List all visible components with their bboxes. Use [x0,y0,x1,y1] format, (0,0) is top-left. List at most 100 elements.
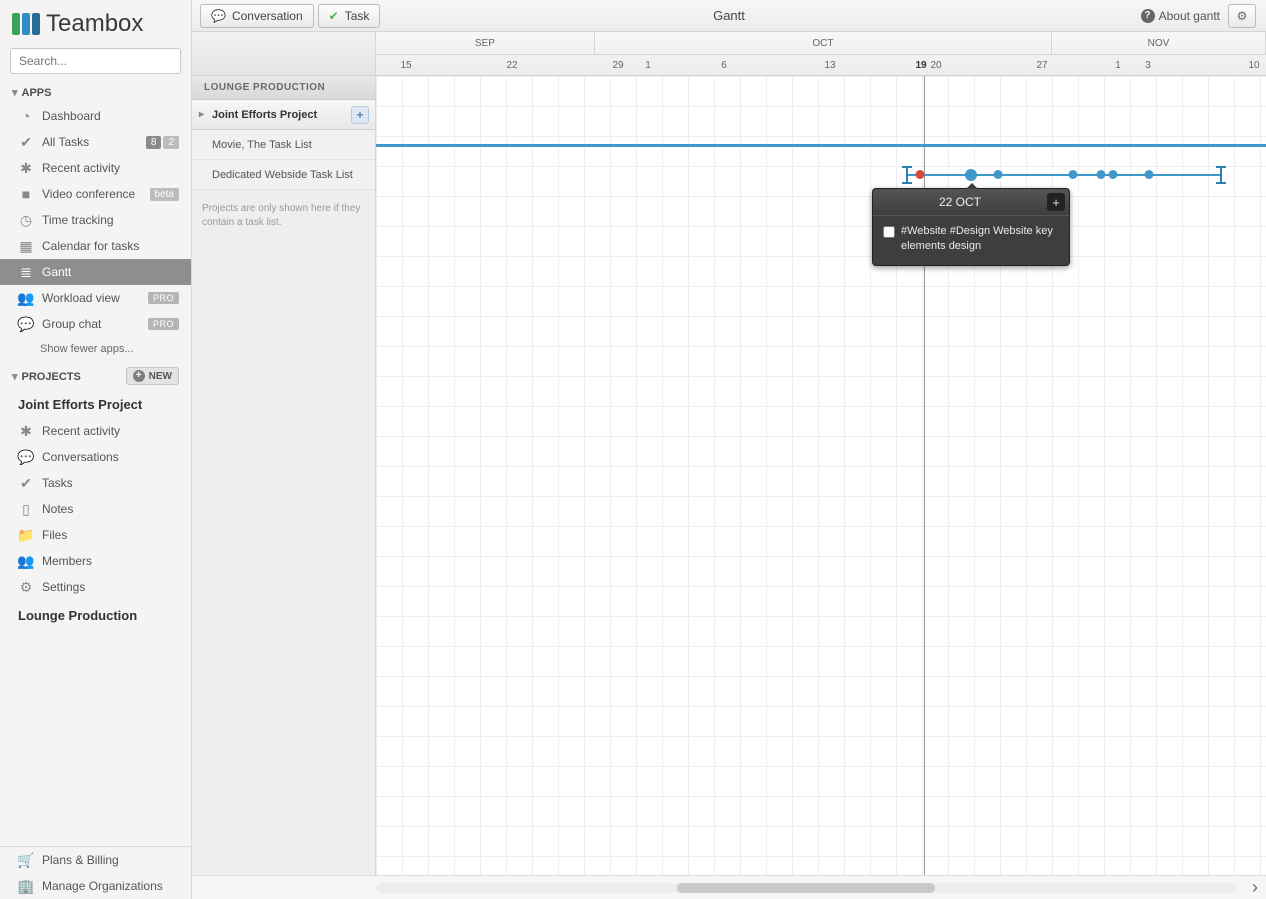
project-item[interactable]: ▯ Notes [0,496,191,522]
day-label: 20 [930,55,941,76]
milestone-dot[interactable] [1097,170,1106,179]
timeline-header[interactable]: SEPOCTNOV 1522291613192027131017 [376,32,1266,75]
gantt-row-movie[interactable] [376,130,1266,160]
tooltip-task-checkbox[interactable] [883,226,895,238]
gantt-side-header-row[interactable]: ▸Joint Efforts Project+ [192,100,375,130]
brand-name: Teambox [46,10,143,38]
new-project-button[interactable]: + NEW [126,367,179,385]
sidebar-item-recent[interactable]: ✱Recent activity [0,155,191,181]
sidebar-item-video[interactable]: ■Video conferencebeta [0,181,191,207]
sidebar-item-dashboard[interactable]: ◔ Dashboard [0,103,191,129]
day-label: 1 [1115,55,1121,76]
gantt-span-line[interactable] [906,174,1220,176]
day-label: 27 [1036,55,1047,76]
gauge-icon: ◔ [18,108,34,124]
sidebar-item-label: Gantt [42,265,71,279]
project-title[interactable]: Joint Efforts Project [0,389,191,418]
chat-icon: 💬 [18,316,34,332]
sidebar-item-label: Workload view [42,291,120,305]
project-item-label: Conversations [42,450,119,464]
gantt-bar[interactable] [376,144,1266,147]
gear-icon: ⚙ [18,579,34,595]
about-gantt-link[interactable]: ? About gantt [1141,9,1220,23]
milestone-dot[interactable] [965,169,977,181]
camera-icon: ■ [18,186,34,202]
sidebar-item-label: Video conference [42,187,135,201]
task-tooltip: 22 OCT + #Website #Design Website key el… [872,188,1070,266]
milestone-dot[interactable] [1069,170,1078,179]
search-input[interactable] [10,48,181,74]
gantt: SEPOCTNOV 1522291613192027131017 LOUNGE … [192,32,1266,899]
tooltip-date: 22 OCT [873,195,1047,209]
note-icon: ▯ [18,501,34,517]
month-label: OCT [595,32,1052,54]
gantt-group-header[interactable]: LOUNGE PRODUCTION [192,76,375,100]
project-item[interactable]: 👥 Members [0,548,191,574]
milestone-dot[interactable] [994,170,1003,179]
project-item[interactable]: ⚙ Settings [0,574,191,600]
main: 💬 Conversation ✔ Task Gantt ? About gant… [192,0,1266,899]
burst-icon: ✱ [18,160,34,176]
sidebar-item-gantt[interactable]: ≣ Gantt [0,259,191,285]
gantt-span-end[interactable] [1220,166,1222,184]
gantt-span-start[interactable] [906,166,908,184]
add-task-button[interactable]: + [351,106,369,124]
tag-badge: PRO [148,318,179,330]
bubble-icon: 💬 [211,9,226,23]
people-icon: 👥 [18,553,34,569]
project-item[interactable]: 💬Conversations [0,444,191,470]
footer-link[interactable]: 🛒Plans & Billing [0,847,191,873]
project-item-label: Notes [42,502,73,516]
sidebar-item-label: Calendar for tasks [42,239,139,253]
milestone-dot[interactable] [1145,170,1154,179]
burst-icon: ✱ [18,423,34,439]
sidebar-item-time[interactable]: ◷Time tracking [0,207,191,233]
project-item[interactable]: 📁Files [0,522,191,548]
tooltip-add-button[interactable]: + [1047,193,1065,211]
month-label: NOV [1052,32,1266,54]
project-item[interactable]: ✱Recent activity [0,418,191,444]
projects-block: Joint Efforts Project✱Recent activity💬Co… [0,389,191,629]
task-button[interactable]: ✔ Task [318,4,381,28]
gantt-scrollbar[interactable] [376,883,1236,893]
gantt-side: LOUNGE PRODUCTION ▸Joint Efforts Project… [192,76,376,875]
show-fewer-apps[interactable]: Show fewer apps... [0,337,191,361]
footer-link[interactable]: 🏢Manage Organizations [0,873,191,899]
milestone-overdue-dot[interactable] [916,170,925,179]
sidebar-item-label: Dashboard [42,109,101,123]
project-title[interactable]: Lounge Production [0,600,191,629]
section-apps-header[interactable]: ▾APPS [0,80,191,103]
sidebar-item-calendar[interactable]: ▦Calendar for tasks [0,233,191,259]
gantt-scroll-thumb[interactable] [677,883,935,893]
bars-icon: ≣ [18,264,34,280]
sidebar: Teambox ▾APPS ◔Dashboard✔All Tasks82✱Rec… [0,0,192,899]
gantt-side-help: Projects are only shown here if they con… [192,190,375,242]
project-item-label: Settings [42,580,85,594]
brand-logo: Teambox [0,0,191,42]
footer-links: 🛒Plans & Billing🏢Manage Organizations [0,846,191,899]
gantt-header: SEPOCTNOV 1522291613192027131017 [192,32,1266,76]
project-item[interactable]: ✔Tasks [0,470,191,496]
org-icon: 🏢 [18,878,34,894]
month-label: SEP [376,32,595,54]
gantt-side-row[interactable]: Movie, The Task List [192,130,375,160]
project-item-label: Members [42,554,92,568]
gantt-chart[interactable]: 22 OCT + #Website #Design Website key el… [376,76,1266,875]
brand-mark [12,13,40,35]
project-item-label: Files [42,528,67,542]
grid-background [376,76,1266,875]
gantt-side-row[interactable]: Dedicated Webside Task List [192,160,375,190]
day-label: 19 [915,55,926,76]
gantt-row-website[interactable] [376,160,1266,190]
scroll-right-button[interactable]: › [1252,877,1258,898]
people-icon: 👥 [18,290,34,306]
section-projects-header[interactable]: ▾PROJECTS + NEW [0,361,191,389]
gantt-row-label: Joint Efforts Project [212,109,317,121]
milestone-dot[interactable] [1109,170,1118,179]
sidebar-item-alltasks[interactable]: ✔All Tasks82 [0,129,191,155]
conversation-button[interactable]: 💬 Conversation [200,4,314,28]
sidebar-item-workload[interactable]: 👥Workload viewPRO [0,285,191,311]
settings-button[interactable]: ⚙ [1228,4,1256,28]
sidebar-item-chat[interactable]: 💬Group chatPRO [0,311,191,337]
tooltip-task-text: #Website #Design Website key elements de… [901,224,1059,255]
